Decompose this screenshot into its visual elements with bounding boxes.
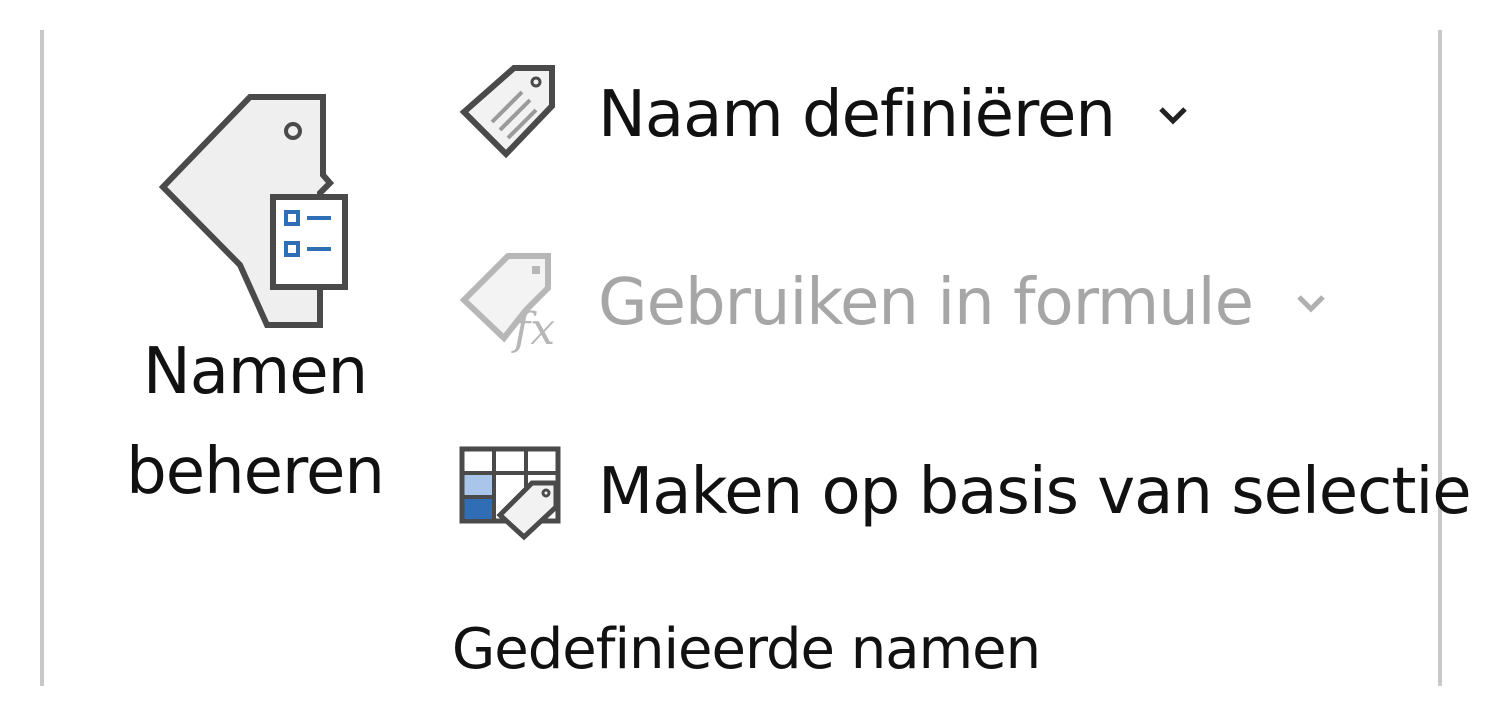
group-left-divider <box>40 30 44 686</box>
manage-names-label-line1: Namen <box>142 335 368 409</box>
use-in-formula-button[interactable]: fx Gebruiken in formule <box>456 248 1331 358</box>
tag-fx-icon: fx <box>456 248 566 358</box>
manage-names-label-line2: beheren <box>126 435 385 509</box>
use-in-formula-label: Gebruiken in formule <box>598 266 1254 340</box>
name-manager-icon <box>155 75 365 335</box>
chevron-down-icon[interactable] <box>1291 283 1331 323</box>
create-from-selection-label: Maken op basis van selectie <box>598 455 1472 529</box>
tag-icon <box>456 60 566 170</box>
manage-names-button[interactable]: Namen beheren <box>110 60 400 520</box>
define-name-button[interactable]: Naam definiëren <box>456 60 1193 170</box>
create-from-selection-button[interactable]: Maken op basis van selectie <box>456 437 1472 547</box>
define-name-label: Naam definiëren <box>598 78 1116 152</box>
chevron-down-icon[interactable] <box>1153 95 1193 135</box>
group-title: Gedefinieerde namen <box>451 617 1041 682</box>
table-tag-icon <box>456 437 566 547</box>
group-right-divider <box>1438 30 1442 686</box>
svg-text:fx: fx <box>511 304 555 355</box>
